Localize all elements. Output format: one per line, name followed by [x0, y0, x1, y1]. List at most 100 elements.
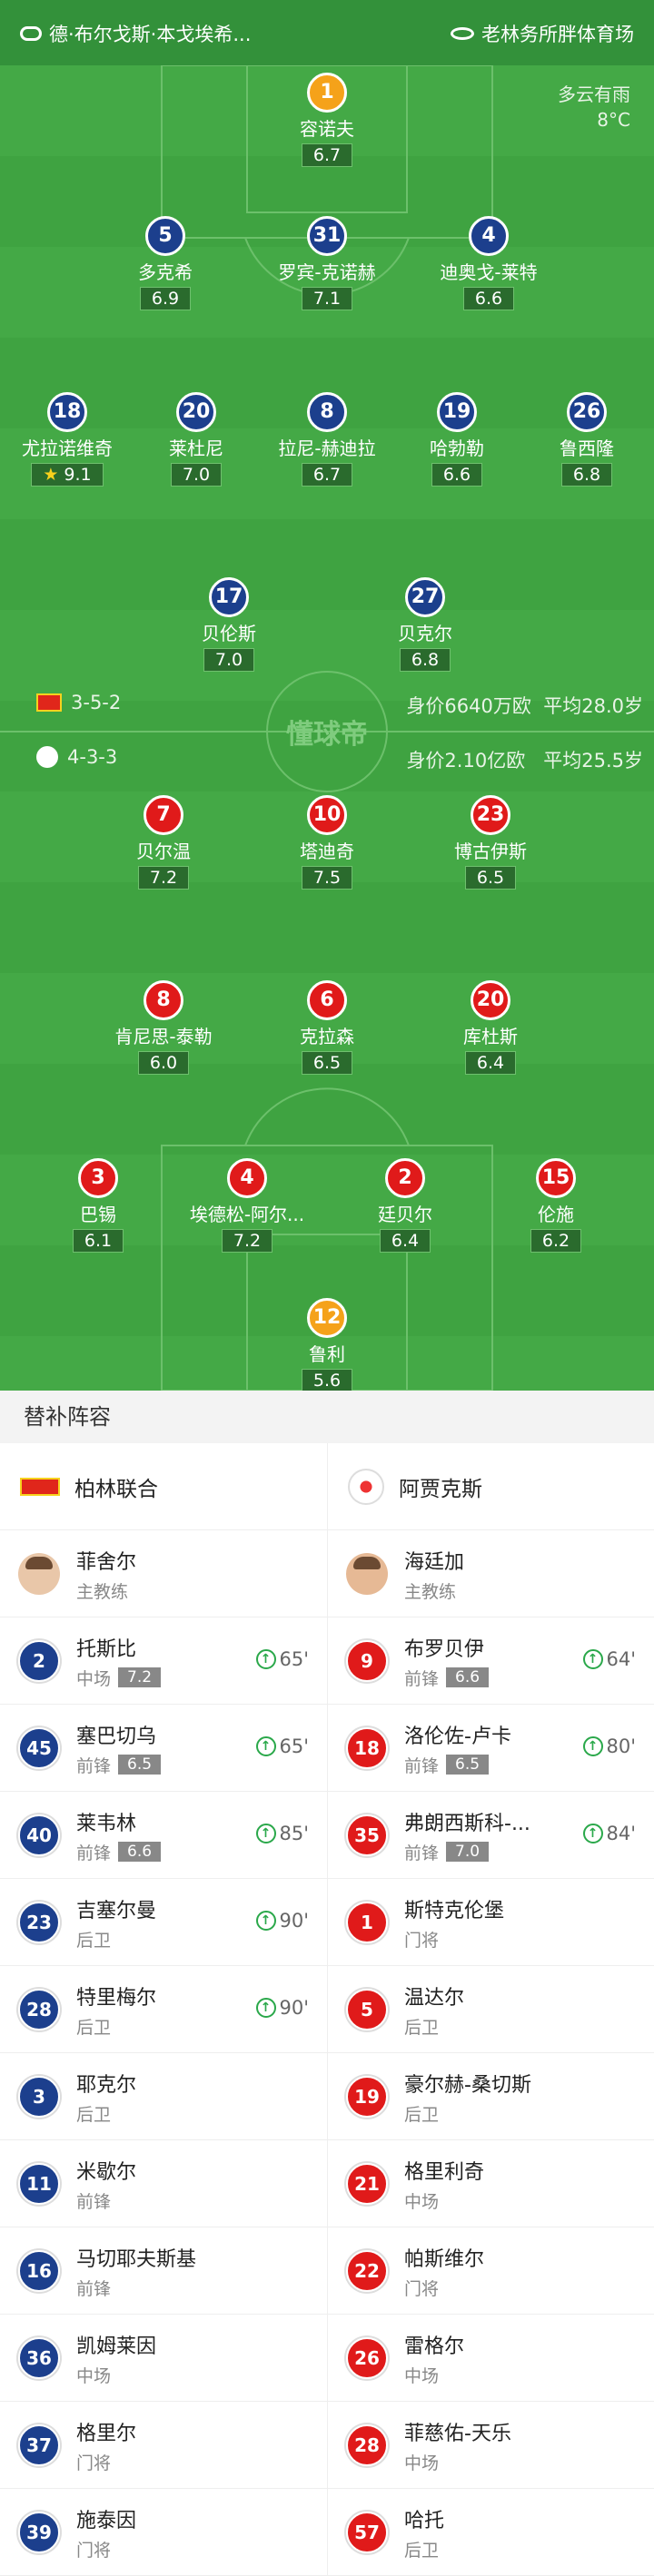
- sub-number: 3: [18, 2076, 60, 2118]
- player-number: 12: [307, 1298, 347, 1338]
- player-number: 15: [536, 1158, 576, 1198]
- away-player[interactable]: 3 巴锡 6.1: [21, 1158, 175, 1253]
- player-rating: 7.2: [221, 1229, 273, 1253]
- player-name: 巴锡: [80, 1204, 116, 1225]
- player-rating: 7.2: [137, 866, 190, 890]
- sub-rating: 6.5: [118, 1755, 162, 1775]
- sub-name: 布罗贝伊: [404, 1637, 485, 1661]
- sub-number: 39: [18, 2512, 60, 2553]
- away-sub-player[interactable]: 5 温达尔 后卫: [327, 1966, 654, 2053]
- sub-name: 耶克尔: [76, 2073, 137, 2097]
- home-sub-player[interactable]: 11 米歇尔 前锋: [0, 2140, 327, 2227]
- away-sub-player[interactable]: 35 弗朗西斯科-... 前锋 7.0 ↑ 84': [327, 1792, 654, 1879]
- away-sub-player[interactable]: 19 豪尔赫-桑切斯 后卫: [327, 2053, 654, 2140]
- away-coach[interactable]: 海廷加 主教练: [327, 1530, 654, 1617]
- sub-on-minute: 80': [606, 1735, 637, 1757]
- home-player[interactable]: 27 贝克尔 6.8: [348, 577, 502, 672]
- home-sub-player[interactable]: 39 施泰因门将: [0, 2489, 327, 2576]
- away-player[interactable]: 8 肯尼思-泰勒 6.0: [86, 980, 241, 1075]
- home-player[interactable]: 17 贝伦斯 7.0: [152, 577, 306, 672]
- sub-position-row: 门将: [76, 2450, 136, 2474]
- away-sub-player[interactable]: 21 格里利奇 中场: [327, 2140, 654, 2227]
- away-player[interactable]: 20 库杜斯 6.4: [413, 980, 568, 1075]
- player-rating: 7.5: [301, 866, 353, 890]
- away-sub-player[interactable]: 1 斯特克伦堡 门将: [327, 1879, 654, 1966]
- home-sub-player[interactable]: 28 特里梅尔 后卫 ↑ 90': [0, 1966, 327, 2053]
- home-sub-player[interactable]: 3 耶克尔 后卫: [0, 2053, 327, 2140]
- home-sub-player[interactable]: 2 托斯比 中场 7.2 ↑ 65': [0, 1617, 327, 1705]
- sub-number: 45: [18, 1727, 60, 1769]
- sub-row: 45 塞巴切乌 前锋 6.5 ↑ 65' 18 洛伦佐-卢卡 前锋 6.5 ↑ 80': [0, 1705, 654, 1792]
- sub-position: 中场: [404, 2191, 440, 2212]
- away-player[interactable]: 10 塔迪奇 7.5: [250, 795, 404, 890]
- home-player[interactable]: 1 容诺夫 6.7: [250, 73, 404, 167]
- sub-name: 温达尔: [404, 1986, 465, 2010]
- player-number: 8: [307, 392, 347, 432]
- away-player[interactable]: 6 克拉森 6.5: [250, 980, 404, 1075]
- rating-value: 7.1: [312, 289, 342, 309]
- away-sub-player[interactable]: 22 帕斯维尔 门将: [327, 2227, 654, 2315]
- home-player[interactable]: 5 多克希 6.9: [88, 216, 243, 310]
- away-player[interactable]: 2 廷贝尔 6.4: [328, 1158, 482, 1253]
- home-team-name[interactable]: 柏林联合: [74, 1471, 158, 1502]
- sub-position-row: 前锋 7.0: [404, 1840, 530, 1864]
- player-number: 4: [469, 216, 509, 256]
- home-player[interactable]: 4 迪奥戈-莱特 6.6: [411, 216, 566, 310]
- away-sub-player[interactable]: 28 菲慈佑-天乐 中场: [327, 2402, 654, 2489]
- sub-number: 57: [346, 2512, 388, 2553]
- away-sub-player[interactable]: 26 雷格尔 中场: [327, 2315, 654, 2402]
- away-player[interactable]: 15 伦施 6.2: [479, 1158, 633, 1253]
- sub-position-row: 前锋 6.5: [404, 1753, 511, 1777]
- home-coach[interactable]: 菲舍尔 主教练: [0, 1530, 327, 1617]
- away-avg-age: 平均25.5岁: [543, 750, 643, 772]
- away-sub-player[interactable]: 57 哈托 后卫: [327, 2489, 654, 2576]
- sub-position-row: 前锋 6.5: [76, 1753, 162, 1777]
- rating-value: 6.1: [84, 1231, 113, 1251]
- sub-position-row: 门将: [404, 2276, 484, 2300]
- player-number: 6: [307, 980, 347, 1020]
- home-player[interactable]: 26 鲁西隆 6.8: [510, 392, 654, 487]
- player-name: 塔迪奇: [300, 841, 354, 862]
- away-value: 身价2.10亿欧: [406, 750, 526, 772]
- home-sub-player[interactable]: 16 马切耶夫斯基 前锋: [0, 2227, 327, 2315]
- rating-value: 6.5: [312, 1053, 342, 1073]
- away-sub-player[interactable]: 18 洛伦佐-卢卡 前锋 6.5 ↑ 80': [327, 1705, 654, 1792]
- player-rating: 7.1: [301, 287, 353, 310]
- sub-on-icon: ↑: [255, 1736, 276, 1756]
- home-sub-player[interactable]: 37 格里尔 门将: [0, 2402, 327, 2489]
- away-player[interactable]: 4 埃德松-阿尔... 7.2: [170, 1158, 324, 1253]
- home-sub-player[interactable]: 23 吉塞尔曼 后卫 ↑ 90': [0, 1879, 327, 1966]
- sub-position: 门将: [76, 2453, 112, 2473]
- rating-value: 9.1: [64, 465, 92, 485]
- sub-position: 门将: [76, 2540, 112, 2561]
- away-player[interactable]: 23 博古伊斯 6.5: [413, 795, 568, 890]
- sub-name: 施泰因: [76, 2509, 137, 2532]
- home-sub-player[interactable]: 40 莱韦林 前锋 6.6 ↑ 85': [0, 1792, 327, 1879]
- player-rating: 7.0: [203, 648, 255, 672]
- player-name: 贝伦斯: [202, 623, 256, 644]
- sub-number: 5: [346, 1989, 388, 2030]
- home-sub-player[interactable]: 36 凯姆莱因 中场: [0, 2315, 327, 2402]
- away-coach-role: 主教练: [404, 1581, 457, 1602]
- stadium-icon: [451, 27, 474, 40]
- player-name: 肯尼思-泰勒: [114, 1026, 213, 1047]
- away-player[interactable]: 12 鲁利 5.6: [250, 1298, 404, 1391]
- player-rating: 6.0: [137, 1051, 190, 1075]
- sub-on-tag: ↑ 90': [255, 1997, 310, 2019]
- home-player[interactable]: 31 罗宾-克诺赫 7.1: [250, 216, 404, 310]
- home-sub-player[interactable]: 45 塞巴切乌 前锋 6.5 ↑ 65': [0, 1705, 327, 1792]
- away-sub-player[interactable]: 9 布罗贝伊 前锋 6.6 ↑ 64': [327, 1617, 654, 1705]
- player-number: 8: [144, 980, 183, 1020]
- player-number: 20: [176, 392, 216, 432]
- rating-value: 6.4: [391, 1231, 420, 1251]
- away-player[interactable]: 7 贝尔温 7.2: [86, 795, 241, 890]
- rating-value: 7.0: [182, 465, 211, 485]
- sub-name: 托斯比: [76, 1637, 137, 1661]
- sub-on-tag: ↑ 65': [255, 1648, 309, 1670]
- sub-number: 35: [346, 1814, 388, 1856]
- away-team-name[interactable]: 阿贾克斯: [399, 1471, 482, 1502]
- player-name: 迪奥戈-莱特: [440, 261, 538, 283]
- sub-number: 36: [18, 2337, 60, 2379]
- sub-position-row: 中场: [76, 2363, 156, 2387]
- sub-on-minute: 90': [279, 1997, 310, 2019]
